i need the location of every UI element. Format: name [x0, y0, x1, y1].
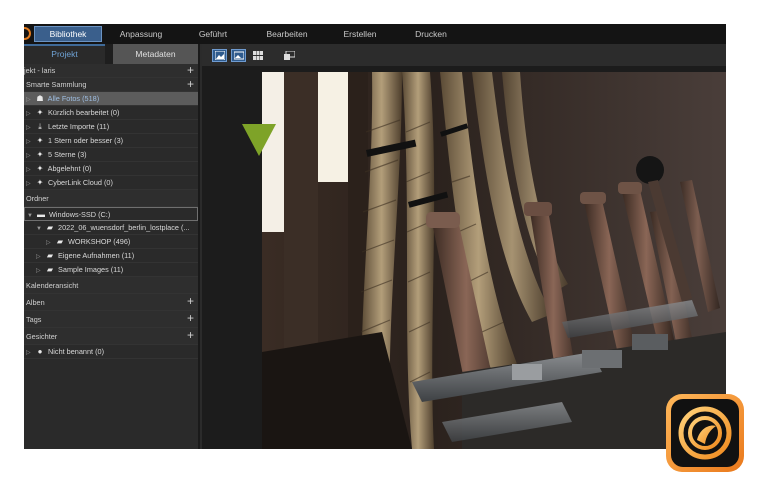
expand-arrow-icon[interactable]: ▷: [26, 107, 34, 119]
add-album-button[interactable]: +: [187, 294, 194, 310]
smart-collection-header[interactable]: Smarte Sammlung +: [24, 78, 198, 92]
smart-item-five-stars[interactable]: ▷ ✦ 5 Sterne (3): [24, 148, 198, 162]
smart-item-label: Letzte Importe (11): [48, 122, 110, 131]
expand-arrow-icon[interactable]: ▷: [26, 149, 34, 161]
project-row[interactable]: jekt - laris +: [24, 64, 198, 78]
albums-header[interactable]: Alben +: [24, 294, 198, 311]
thumbnail-view-button[interactable]: [212, 48, 227, 62]
tags-header-label: Tags: [26, 315, 42, 324]
smart-item-cyberlink-cloud[interactable]: ▷ ✦ CyberLink Cloud (0): [24, 176, 198, 190]
expand-arrow-icon[interactable]: ▷: [46, 236, 54, 248]
faces-header[interactable]: Gesichter +: [24, 328, 198, 345]
folder-label: Eigene Aufnahmen (11): [58, 251, 135, 260]
library-panel: Projekt Metadaten jekt - laris + Smarte …: [24, 44, 200, 449]
add-face-button[interactable]: +: [187, 328, 194, 344]
expand-arrow-icon[interactable]: ▷: [26, 93, 34, 105]
tab-projekt[interactable]: Projekt: [24, 44, 106, 64]
app-badge-inner: [671, 399, 739, 467]
folder-lostplace[interactable]: ▼ ▰ 2022_06_wuensdorf_berlin_lostplace (.…: [24, 221, 198, 235]
tab-drucken[interactable]: Drucken: [406, 24, 456, 44]
sparkle-icon: ✦: [36, 150, 44, 159]
expand-arrow-icon[interactable]: ▷: [26, 346, 34, 358]
tab-anpassung[interactable]: Anpassung: [110, 24, 172, 44]
collapse-arrow-icon[interactable]: ▼: [27, 209, 35, 220]
window-icon: [284, 50, 295, 60]
smart-item-label: Kürzlich bearbeitet (0): [48, 108, 120, 117]
main-photo: [262, 72, 726, 449]
folder-sample-images[interactable]: ▷ ▰ Sample Images (11): [24, 263, 198, 277]
people-icon: ☗: [36, 94, 44, 103]
smart-item-label: Abgelehnt (0): [47, 164, 92, 173]
add-tag-button[interactable]: +: [187, 311, 194, 327]
smart-item-one-star[interactable]: ▷ ✦ 1 Stern oder besser (3): [24, 134, 198, 148]
calendar-header[interactable]: Kalenderansicht: [24, 277, 198, 294]
folder-label: 2022_06_wuensdorf_berlin_lostplace (...: [58, 223, 190, 232]
smart-collection-label: Smarte Sammlung: [26, 80, 87, 89]
person-icon: ●: [37, 347, 43, 356]
smart-item-last-imports[interactable]: ▷ ⤓ Letzte Importe (11): [24, 120, 198, 134]
expand-arrow-icon[interactable]: ▷: [26, 177, 34, 189]
single-view-button[interactable]: [231, 48, 246, 62]
folder-workshop[interactable]: ▷ ▰ WORKSHOP (496): [24, 235, 198, 249]
face-item-label: Nicht benannt (0): [48, 347, 105, 356]
image-grid-icon: [215, 50, 225, 60]
add-smart-collection-button[interactable]: +: [187, 78, 194, 91]
folder-icon: ▰: [46, 251, 54, 260]
folder-eigene-aufnahmen[interactable]: ▷ ▰ Eigene Aufnahmen (11): [24, 249, 198, 263]
import-icon: ⤓: [38, 122, 42, 131]
albums-header-label: Alben: [26, 298, 45, 307]
smart-item-label: 5 Sterne (3): [48, 150, 87, 159]
folder-icon: ▰: [46, 265, 54, 274]
tags-header[interactable]: Tags +: [24, 311, 198, 328]
photodirector-logo-icon: [678, 406, 732, 460]
grid-icon: [253, 50, 263, 60]
panel-tabs: Projekt Metadaten: [24, 44, 198, 64]
folder-icon: ▰: [46, 223, 54, 232]
expand-arrow-icon[interactable]: ▷: [26, 135, 34, 147]
app-window: Bibliothek Anpassung Geführt Bearbeiten …: [24, 24, 726, 449]
smart-item-recently-edited[interactable]: ▷ ✦ Kürzlich bearbeitet (0): [24, 106, 198, 120]
collapse-arrow-icon[interactable]: ▼: [36, 222, 44, 234]
sparkle-icon: ✦: [36, 164, 44, 173]
drop-indicator-arrow-icon: [242, 124, 276, 156]
expand-arrow-icon[interactable]: ▷: [26, 121, 34, 133]
folder-windows-ssd[interactable]: ▼ ▬ Windows-SSD (C:): [24, 207, 198, 221]
face-item-unnamed[interactable]: ▷ ● Nicht benannt (0): [24, 345, 198, 359]
smart-item-rejected[interactable]: ▷ ✦ Abgelehnt (0): [24, 162, 198, 176]
add-project-button[interactable]: +: [187, 64, 194, 77]
faces-header-label: Gesichter: [26, 332, 58, 341]
image-icon: [234, 51, 244, 59]
expand-arrow-icon[interactable]: ▷: [26, 163, 34, 175]
tab-metadaten[interactable]: Metadaten: [113, 44, 198, 64]
project-name: jekt - laris: [24, 66, 56, 75]
sparkle-icon: ✦: [36, 178, 44, 187]
tab-bibliothek[interactable]: Bibliothek: [34, 26, 102, 42]
tab-gefuehrt[interactable]: Geführt: [187, 24, 239, 44]
compare-view-button[interactable]: [281, 48, 296, 62]
app-logo-icon: [24, 27, 31, 40]
app-badge: [666, 394, 744, 472]
smart-item-label: Alle Fotos (518): [47, 94, 100, 103]
folder-label: WORKSHOP (496): [68, 237, 131, 246]
smart-item-label: 1 Stern oder besser (3): [48, 136, 124, 145]
sparkle-icon: ✦: [36, 136, 44, 145]
folder-header[interactable]: Ordner: [24, 190, 198, 207]
calendar-header-label: Kalenderansicht: [26, 281, 79, 290]
drive-icon: ▬: [37, 210, 45, 219]
menu-bar: Bibliothek Anpassung Geführt Bearbeiten …: [24, 24, 726, 44]
tab-bearbeiten[interactable]: Bearbeiten: [258, 24, 316, 44]
folder-header-label: Ordner: [26, 194, 49, 203]
smart-item-all-photos[interactable]: ▷ ☗ Alle Fotos (518): [24, 92, 198, 106]
folder-label: Sample Images (11): [58, 265, 124, 274]
expand-arrow-icon[interactable]: ▷: [36, 264, 44, 276]
grid-view-button[interactable]: [250, 48, 265, 62]
tab-erstellen[interactable]: Erstellen: [334, 24, 386, 44]
view-toolbar: [202, 44, 726, 66]
smart-item-label: CyberLink Cloud (0): [48, 178, 113, 187]
sparkle-icon: ✦: [36, 108, 44, 117]
folder-icon: ▰: [56, 237, 64, 246]
photo-viewer: [202, 44, 726, 449]
expand-arrow-icon[interactable]: ▷: [36, 250, 44, 262]
folder-label: Windows-SSD (C:): [49, 210, 111, 219]
